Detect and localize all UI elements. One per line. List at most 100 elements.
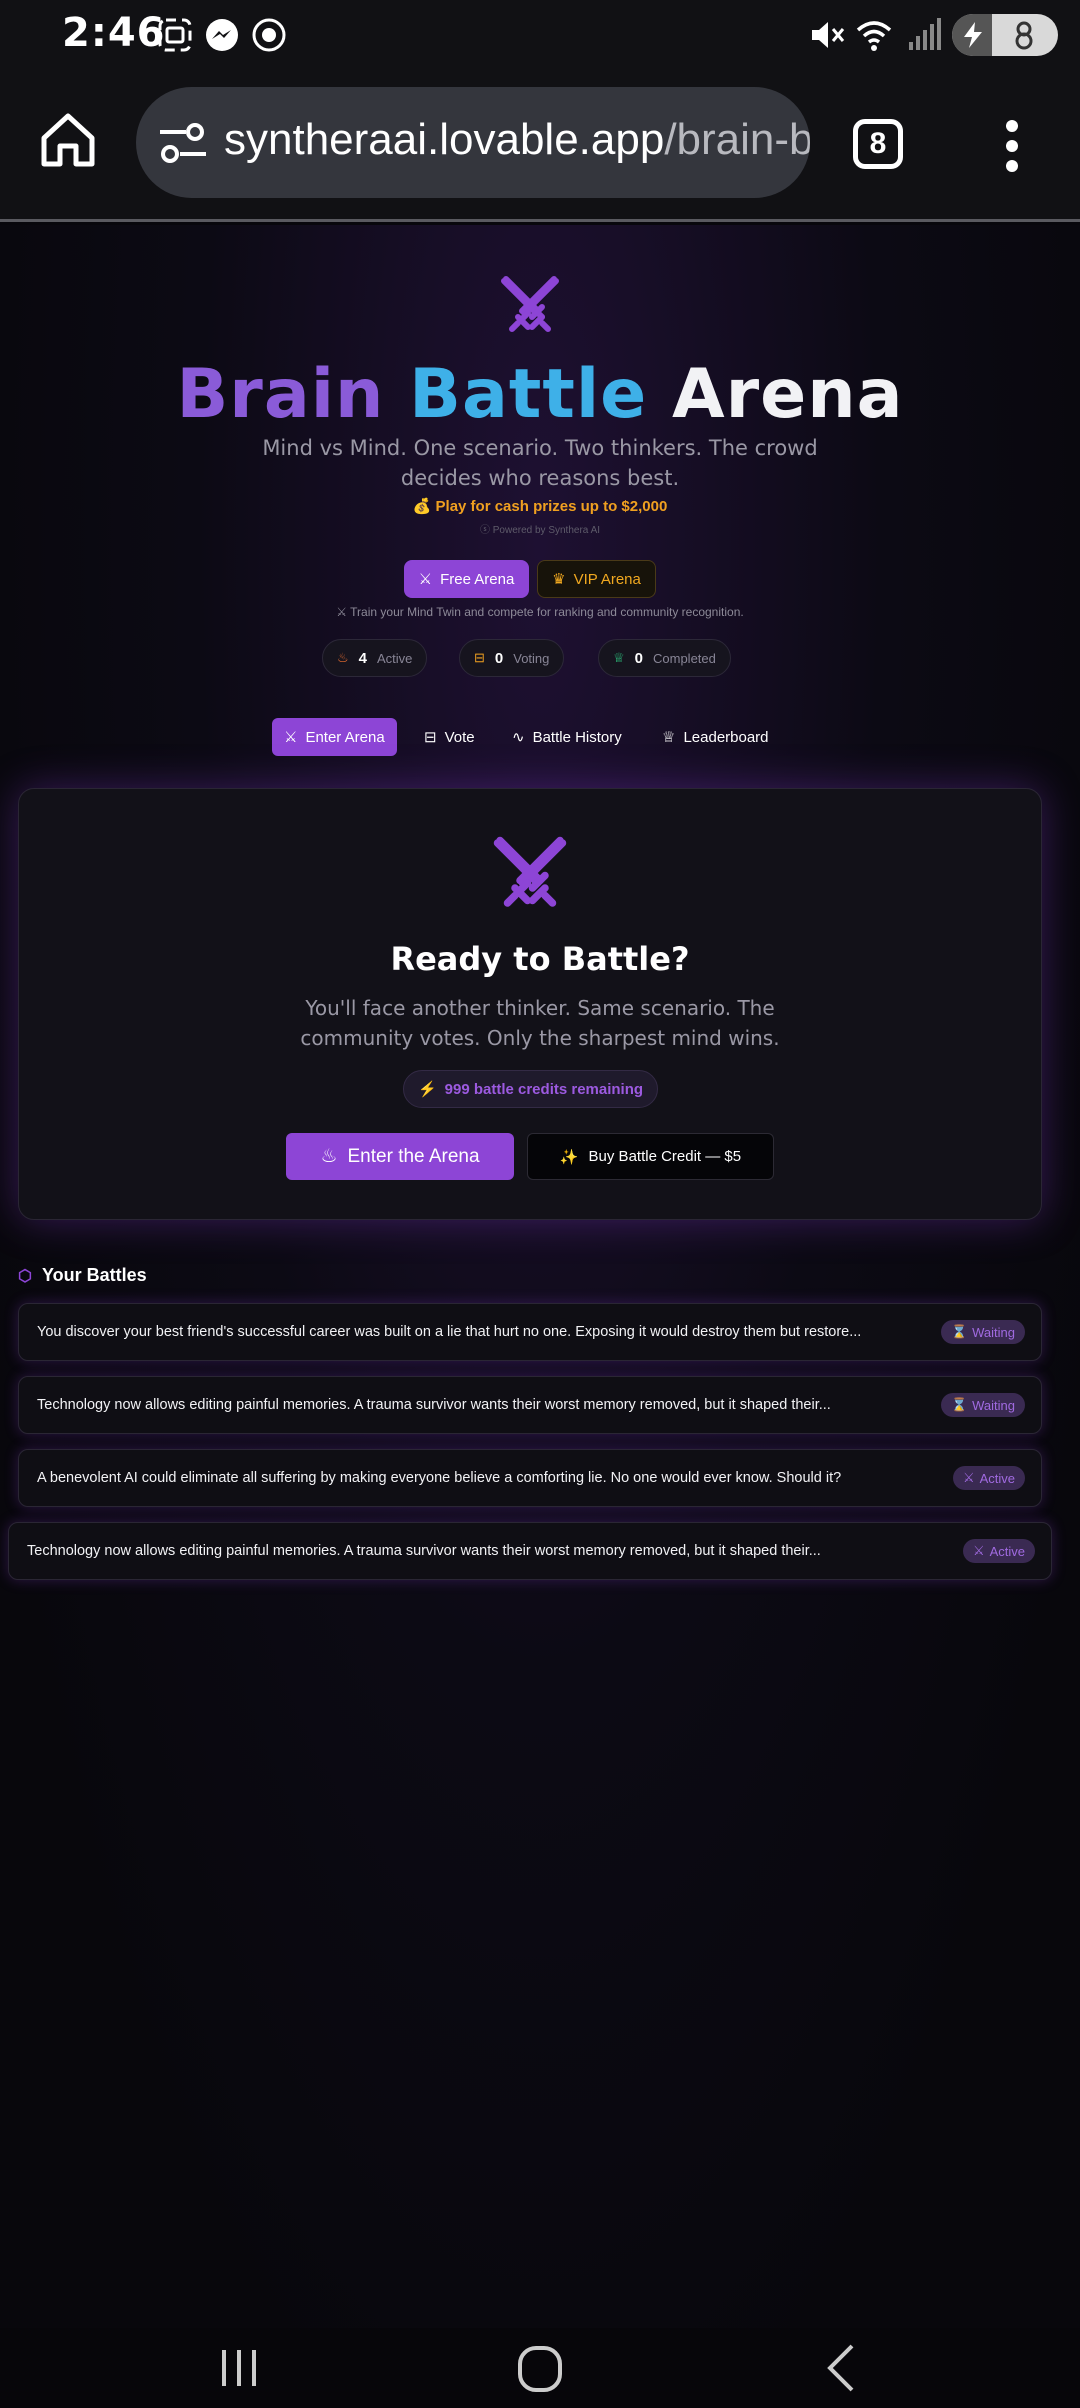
hourglass-icon: ⌛ <box>950 1397 968 1412</box>
train-text: ⚔ Train your Mind Twin and compete for r… <box>0 605 1080 619</box>
title-battle: Battle <box>409 355 648 434</box>
battle-row-text: A benevolent AI could eliminate all suff… <box>37 1470 842 1486</box>
battle-row-text: Technology now allows editing painful me… <box>27 1543 821 1559</box>
subtitle-line-2: decides who reasons best. <box>400 466 680 490</box>
powered-by: ⓢ Powered by Synthera AI <box>479 525 601 536</box>
stat-completed-label: Completed <box>653 650 716 666</box>
trophy-icon: ♕ <box>613 650 625 665</box>
site-settings-icon[interactable] <box>158 120 208 166</box>
battery-icon <box>952 14 1058 56</box>
card-desc-line-1: You'll face another thinker. Same scenar… <box>305 996 775 1020</box>
stat-completed: ♕ 0 Completed <box>598 639 731 677</box>
status-badge: ⚔ Active <box>952 1466 1025 1490</box>
home-icon[interactable] <box>38 110 98 170</box>
enter-arena-button[interactable]: ♨ Enter the Arena <box>286 1133 514 1180</box>
flame-icon: ♨ <box>337 650 349 665</box>
swords-icon: ⚔ <box>418 571 433 588</box>
swords-icon: ⚔ <box>962 1470 975 1485</box>
stat-completed-value: 0 <box>634 649 643 667</box>
credits-text: 999 battle credits remaining <box>444 1080 644 1098</box>
crossed-swords-icon <box>493 836 567 907</box>
screenshot-icon <box>158 18 192 52</box>
tab-battle-history-label: Battle History <box>532 728 622 746</box>
tab-vote[interactable]: ⊟ Vote <box>412 718 487 756</box>
status-label: Active <box>979 1470 1015 1486</box>
status-time: 2:46 <box>62 10 166 56</box>
stat-active-label: Active <box>377 650 413 666</box>
battle-row[interactable]: Technology now allows editing painful me… <box>8 1522 1052 1580</box>
address-bar[interactable]: syntheraai.lovable.app/brain-b <box>136 87 810 198</box>
enter-arena-label: Enter the Arena <box>347 1145 480 1167</box>
battle-row[interactable]: Technology now allows editing painful me… <box>18 1376 1042 1434</box>
status-label: Active <box>989 1543 1025 1559</box>
tab-vote-label: Vote <box>444 728 475 746</box>
free-arena-button[interactable]: ⚔ Free Arena <box>404 560 529 598</box>
battle-row-text: Technology now allows editing painful me… <box>37 1397 831 1413</box>
prize-text: 💰 Play for cash prizes up to $2,000 <box>412 498 668 515</box>
stat-active: ♨ 4 Active <box>322 639 428 677</box>
tab-enter-arena[interactable]: ⚔ Enter Arena <box>272 718 397 756</box>
crossed-swords-icon <box>501 276 559 332</box>
browser-toolbar: syntheraai.lovable.app/brain-b 8 <box>0 70 1080 222</box>
tab-enter-arena-label: Enter Arena <box>305 728 385 746</box>
card-desc-line-2: community votes. Only the sharpest mind … <box>300 1026 780 1050</box>
stat-active-value: 4 <box>358 649 367 667</box>
swords-emoji-icon: ⚔ <box>336 605 348 619</box>
mute-icon <box>812 22 845 48</box>
status-badge: ⚔ Active <box>962 1539 1035 1563</box>
hero-subtitle: Mind vs Mind. One scenario. Two thinkers… <box>0 433 1080 493</box>
zap-icon: ⚡ <box>417 1081 437 1098</box>
recent-apps-icon[interactable] <box>214 2342 264 2392</box>
credits-badge: ⚡ 999 battle credits remaining <box>403 1070 658 1108</box>
wifi-icon <box>856 21 892 51</box>
powered-by-text: Powered by Synthera AI <box>492 525 601 536</box>
activity-icon: ∿ <box>512 729 525 746</box>
url-text[interactable]: syntheraai.lovable.app/brain-b <box>224 115 810 165</box>
battle-row[interactable]: A benevolent AI could eliminate all suff… <box>18 1449 1042 1507</box>
free-arena-label: Free Arena <box>440 570 515 588</box>
status-label: Waiting <box>972 1397 1015 1413</box>
stat-voting-value: 0 <box>494 649 504 667</box>
signal-icon <box>909 18 941 50</box>
battle-row[interactable]: You discover your best friend's successf… <box>18 1303 1042 1361</box>
ballot-icon: ⊟ <box>424 729 437 746</box>
flame-icon: ♨ <box>320 1146 338 1167</box>
page-title: Brain Battle Arena <box>0 355 1080 434</box>
trophy-icon: ♕ <box>662 729 676 746</box>
system-nav-bar <box>0 2328 1080 2408</box>
tab-leaderboard[interactable]: ♕ Leaderboard <box>650 718 781 756</box>
stat-voting-label: Voting <box>513 650 550 666</box>
card-description: You'll face another thinker. Same scenar… <box>0 993 1080 1053</box>
subtitle-line-1: Mind vs Mind. One scenario. Two thinkers… <box>262 436 818 460</box>
more-menu-icon[interactable] <box>1002 118 1022 174</box>
battle-row-text: You discover your best friend's successf… <box>37 1324 862 1340</box>
status-label: Waiting <box>972 1324 1015 1340</box>
crown-icon: ♛ <box>552 571 566 588</box>
title-arena: Arena <box>671 355 904 434</box>
your-battles-title: Your Battles <box>41 1265 147 1285</box>
status-bar: 2:46 <box>0 0 1080 70</box>
status-badge: ⌛ Waiting <box>940 1320 1025 1344</box>
tab-battle-history[interactable]: ∿ Battle History <box>500 718 634 756</box>
your-battles-heading: ⬡ Your Battles <box>18 1265 147 1286</box>
swords-icon: ⚔ <box>972 1543 985 1558</box>
tab-leaderboard-label: Leaderboard <box>683 728 769 746</box>
status-badge: ⌛ Waiting <box>940 1393 1025 1417</box>
tab-count: 8 <box>869 127 887 160</box>
buy-credit-label: Buy Battle Credit — $5 <box>588 1148 742 1165</box>
buy-credit-button[interactable]: ✨ Buy Battle Credit — $5 <box>527 1133 774 1180</box>
swords-icon: ⚔ <box>284 729 298 746</box>
stat-voting: ⊟ 0 Voting <box>459 639 565 677</box>
home-nav-icon[interactable] <box>514 2342 568 2396</box>
shield-icon: ⬡ <box>18 1267 32 1285</box>
title-brain: Brain <box>176 355 385 434</box>
card-heading: Ready to Battle? <box>390 940 690 978</box>
record-icon <box>252 18 286 52</box>
back-icon[interactable] <box>818 2342 868 2394</box>
messenger-icon <box>206 19 238 51</box>
hourglass-icon: ⌛ <box>950 1324 968 1339</box>
train-label: Train your Mind Twin and compete for ran… <box>350 605 744 619</box>
vip-arena-label: VIP Arena <box>573 570 641 588</box>
tab-switcher-button[interactable]: 8 <box>853 119 903 169</box>
vip-arena-button[interactable]: ♛ VIP Arena <box>537 560 656 598</box>
